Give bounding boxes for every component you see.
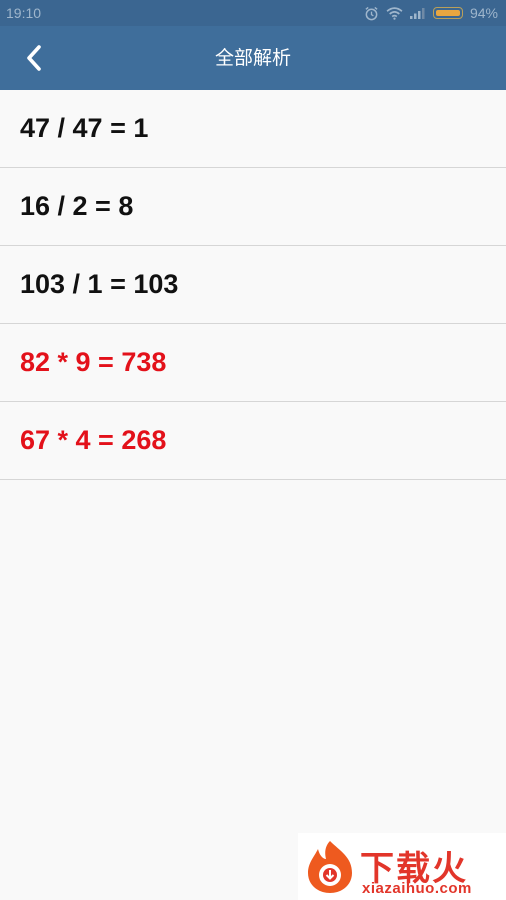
alarm-icon (365, 6, 378, 20)
result-expression: 67 * 4 = 268 (20, 425, 167, 455)
result-row[interactable]: 82 * 9 = 738 (0, 324, 506, 402)
back-button[interactable] (12, 36, 56, 80)
result-expression: 16 / 2 = 8 (20, 191, 134, 221)
result-expression: 82 * 9 = 738 (20, 347, 167, 377)
signal-icon (409, 8, 425, 19)
watermark: 下载火 xiazaihuo.com (298, 833, 506, 900)
result-row[interactable]: 47 / 47 = 1 (0, 90, 506, 168)
result-row[interactable]: 67 * 4 = 268 (0, 402, 506, 480)
chevron-left-icon (27, 45, 41, 71)
status-bar: 19:10 94% (0, 0, 506, 26)
app-header: 全部解析 (0, 26, 506, 90)
result-expression: 47 / 47 = 1 (20, 113, 149, 143)
page-title: 全部解析 (214, 47, 291, 69)
battery-icon (432, 7, 463, 19)
status-icons: 94% (364, 5, 498, 21)
result-expression: 103 / 1 = 103 (20, 269, 179, 299)
results-list: 47 / 47 = 1 16 / 2 = 8 103 / 1 = 103 82 … (0, 90, 506, 480)
battery-percent: 94% (469, 5, 498, 21)
result-row[interactable]: 103 / 1 = 103 (0, 246, 506, 324)
wifi-icon (386, 6, 403, 20)
watermark-domain: xiazaihuo.com (362, 880, 472, 897)
status-time: 19:10 (6, 5, 42, 21)
flame-logo-icon (308, 841, 352, 893)
result-row[interactable]: 16 / 2 = 8 (0, 168, 506, 246)
